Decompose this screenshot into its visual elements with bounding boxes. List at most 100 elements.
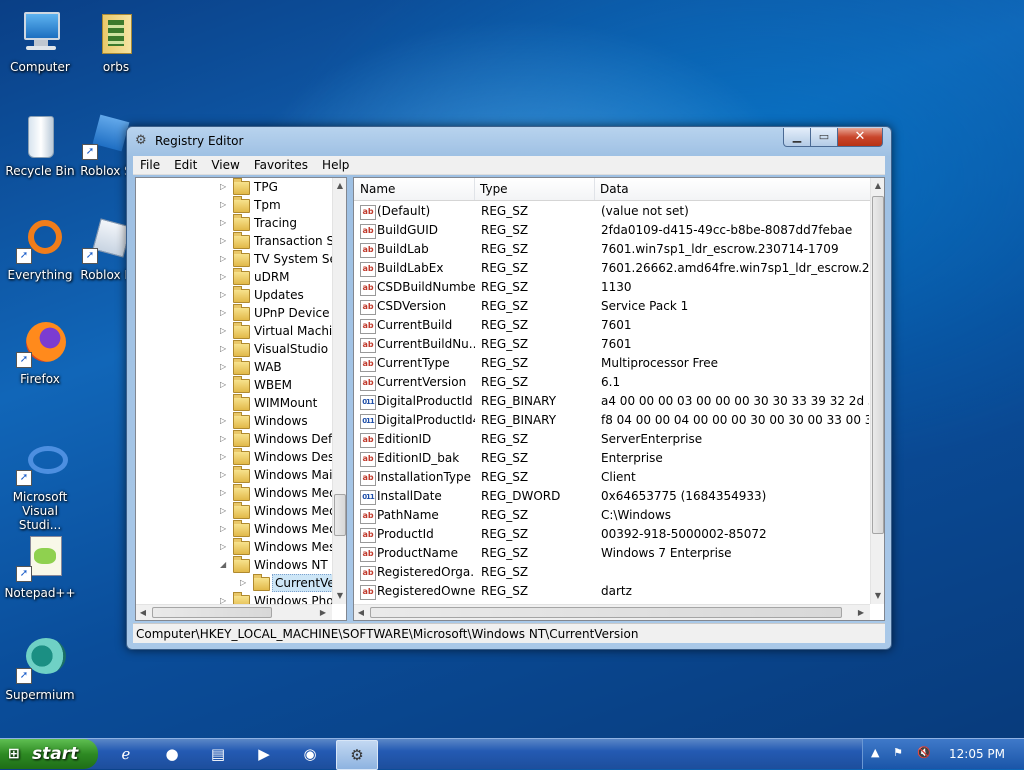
clock[interactable]: 12:05 PM	[949, 739, 1005, 769]
expand-arrow-icon[interactable]: ▷	[220, 178, 226, 196]
scroll-left-arrow-icon[interactable]: ◀	[354, 605, 368, 620]
media-player-icon[interactable]: ▶	[252, 742, 276, 766]
tree-item[interactable]: ▷ CurrentVer	[136, 574, 332, 592]
show-hidden-icons-icon[interactable]: ▲	[871, 746, 879, 759]
expand-arrow-icon[interactable]: ▷	[220, 304, 226, 322]
menu-view[interactable]: View	[204, 156, 246, 174]
tree-item[interactable]: ▷ Windows Med	[136, 484, 332, 502]
expand-arrow-icon[interactable]: ▷	[220, 430, 226, 448]
start-button[interactable]: ⊞ start	[0, 739, 98, 769]
scroll-down-arrow-icon[interactable]: ▼	[333, 588, 346, 603]
volume-muted-icon[interactable]: 🔇	[917, 746, 931, 759]
scroll-left-arrow-icon[interactable]: ◀	[136, 605, 150, 620]
title-bar[interactable]: ⚙ Registry Editor ▁ ▭ ✕	[127, 127, 891, 155]
expand-arrow-icon[interactable]: ▷	[220, 466, 226, 484]
menu-file[interactable]: File	[133, 156, 167, 174]
expand-arrow-icon[interactable]: ▷	[220, 376, 226, 394]
table-row[interactable]: ab RegisteredOrga... REG_SZ	[354, 563, 870, 582]
expand-arrow-icon[interactable]: ▷	[220, 250, 226, 268]
desktop-icon-visual-studio[interactable]: ➚ Microsoft Visual Studi...	[0, 438, 80, 532]
regedit-icon[interactable]: ⚙	[336, 740, 378, 770]
column-header-name[interactable]: Name	[354, 178, 475, 200]
tree-item[interactable]: ▷ Transaction Se	[136, 232, 332, 250]
table-row[interactable]: ab InstallationType REG_SZ Client	[354, 468, 870, 487]
tree-item[interactable]: ▷ VisualStudio	[136, 340, 332, 358]
expand-arrow-icon[interactable]: ▷	[220, 340, 226, 358]
column-header-type[interactable]: Type	[474, 178, 595, 200]
list-hscroll-thumb[interactable]	[370, 607, 842, 618]
expand-arrow-icon[interactable]: ▷	[220, 196, 226, 214]
expand-arrow-icon[interactable]: ▷	[240, 574, 246, 592]
menu-favorites[interactable]: Favorites	[247, 156, 315, 174]
table-row[interactable]: ab ProductName REG_SZ Windows 7 Enterprise	[354, 544, 870, 563]
table-row[interactable]: 011 InstallDate REG_DWORD 0x64653775 (16843…	[354, 487, 870, 506]
table-row[interactable]: ab EditionID REG_SZ ServerEnterprise	[354, 430, 870, 449]
tree-scroll-thumb[interactable]	[334, 494, 346, 536]
tree-item[interactable]: ▷ WAB	[136, 358, 332, 376]
desktop-icon-supermium[interactable]: ➚ Supermium	[0, 636, 80, 702]
list-scroll-thumb[interactable]	[872, 196, 884, 534]
expand-arrow-icon[interactable]: ▷	[220, 412, 226, 430]
expand-arrow-icon[interactable]: ▷	[220, 286, 226, 304]
key-tree-pane[interactable]: ▷ TPG ▷ Tpm ▷ Tracing ▷ Transaction Se ▷ TV Syste…	[135, 177, 347, 621]
tree-item[interactable]: ▷ TV System Ser	[136, 250, 332, 268]
tree-item[interactable]: ▷ Tpm	[136, 196, 332, 214]
tree-item[interactable]: ▷ Windows Mail	[136, 466, 332, 484]
tree-item[interactable]: ▷ WBEM	[136, 376, 332, 394]
tree-item[interactable]: ▷ Windows Defe	[136, 430, 332, 448]
tree-item[interactable]: ▷ Windows Desk	[136, 448, 332, 466]
expand-arrow-icon[interactable]: ▷	[220, 538, 226, 556]
expand-arrow-icon[interactable]: ▷	[220, 448, 226, 466]
tree-item[interactable]: ▷ Windows Mes	[136, 538, 332, 556]
table-row[interactable]: ab ProductId REG_SZ 00392-918-5000002-85072	[354, 525, 870, 544]
table-row[interactable]: 011 DigitalProductId4 REG_BINARY f8 04 00 0…	[354, 411, 870, 430]
expand-arrow-icon[interactable]: ▷	[220, 484, 226, 502]
table-row[interactable]: ab CSDBuildNumber REG_SZ 1130	[354, 278, 870, 297]
scroll-down-arrow-icon[interactable]: ▼	[871, 588, 884, 603]
tree-item[interactable]: ▷ UPnP Device H	[136, 304, 332, 322]
list-vertical-scrollbar[interactable]: ▲ ▼	[870, 178, 884, 604]
table-row[interactable]: ab BuildLab REG_SZ 7601.win7sp1_ldr_escrow.…	[354, 240, 870, 259]
table-row[interactable]: ab EditionID_bak REG_SZ Enterprise	[354, 449, 870, 468]
desktop-icon-orbs[interactable]: orbs	[76, 8, 156, 74]
expand-arrow-icon[interactable]: ▷	[220, 502, 226, 520]
expand-arrow-icon[interactable]: ▷	[220, 358, 226, 376]
collapse-arrow-icon[interactable]: ◢	[220, 556, 226, 574]
internet-explorer-icon[interactable]: ℯ	[114, 742, 138, 766]
column-header-data[interactable]: Data	[594, 178, 870, 200]
tree-item[interactable]: ▷ Updates	[136, 286, 332, 304]
tree-vertical-scrollbar[interactable]: ▲ ▼	[332, 178, 346, 604]
table-row[interactable]: ab PathName REG_SZ C:\Windows	[354, 506, 870, 525]
tree-item[interactable]: ▷ Windows Med	[136, 502, 332, 520]
table-row[interactable]: ab BuildGUID REG_SZ 2fda0109-d415-49cc-b8be…	[354, 221, 870, 240]
expand-arrow-icon[interactable]: ▷	[220, 322, 226, 340]
values-list-pane[interactable]: Name Type Data ab (Default) REG_SZ (value n…	[353, 177, 885, 621]
action-center-icon[interactable]: ⚑	[893, 746, 903, 759]
table-row[interactable]: ab BuildLabEx REG_SZ 7601.26662.amd64fre.wi…	[354, 259, 870, 278]
firefox-icon[interactable]: ●	[160, 742, 184, 766]
tree-hscroll-thumb[interactable]	[152, 607, 272, 618]
tree-item[interactable]: WIMMount	[136, 394, 332, 412]
scroll-up-arrow-icon[interactable]: ▲	[871, 178, 884, 193]
expand-arrow-icon[interactable]: ▷	[220, 268, 226, 286]
table-row[interactable]: ab CSDVersion REG_SZ Service Pack 1	[354, 297, 870, 316]
table-row[interactable]: ab (Default) REG_SZ (value not set)	[354, 202, 870, 221]
expand-arrow-icon[interactable]: ▷	[220, 214, 226, 232]
table-row[interactable]: ab CurrentVersion REG_SZ 6.1	[354, 373, 870, 392]
close-button[interactable]: ✕	[837, 128, 883, 147]
scroll-up-arrow-icon[interactable]: ▲	[333, 178, 346, 193]
supermium-icon[interactable]: ◉	[298, 742, 322, 766]
menu-edit[interactable]: Edit	[167, 156, 204, 174]
scroll-right-arrow-icon[interactable]: ▶	[854, 605, 868, 620]
list-horizontal-scrollbar[interactable]: ◀ ▶	[354, 604, 870, 620]
table-row[interactable]: 011 DigitalProductId REG_BINARY a4 00 00 00…	[354, 392, 870, 411]
minimize-button[interactable]: ▁	[783, 128, 811, 147]
explorer-icon[interactable]: ▤	[206, 742, 230, 766]
desktop-icon-computer[interactable]: Computer	[0, 8, 80, 74]
desktop-icon-notepadpp[interactable]: ➚ Notepad++	[0, 534, 80, 600]
table-row[interactable]: ab CurrentType REG_SZ Multiprocessor Free	[354, 354, 870, 373]
menu-help[interactable]: Help	[315, 156, 356, 174]
tree-horizontal-scrollbar[interactable]: ◀ ▶	[136, 604, 332, 620]
maximize-button[interactable]: ▭	[810, 128, 838, 147]
scroll-right-arrow-icon[interactable]: ▶	[316, 605, 330, 620]
